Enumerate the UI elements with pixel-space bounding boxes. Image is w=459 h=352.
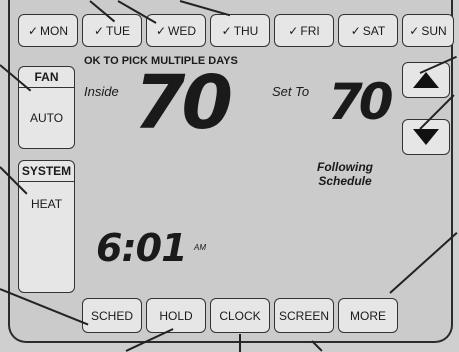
day-label: MON	[40, 23, 69, 38]
set-to-label: Set To	[272, 84, 310, 99]
day-button-wed[interactable]: ✓ WED	[146, 14, 206, 47]
day-button-sat[interactable]: ✓ SAT	[338, 14, 398, 47]
fan-mode-value: AUTO	[29, 110, 64, 125]
fan-button[interactable]: FAN AUTO	[18, 66, 75, 149]
day-button-fri[interactable]: ✓ FRI	[274, 14, 334, 47]
status-line-1: Following	[317, 160, 373, 174]
screen-button[interactable]: SCREEN	[274, 298, 334, 333]
day-label: TUE	[106, 23, 131, 38]
callout-line-clock	[239, 334, 241, 352]
checkmark-icon: ✓	[93, 23, 105, 38]
day-label: SUN	[421, 23, 447, 38]
day-button-mon[interactable]: ✓ MON	[18, 14, 78, 47]
day-label: WED	[168, 23, 197, 38]
inside-temperature: 70	[134, 60, 233, 146]
fan-label: FAN	[19, 67, 74, 88]
temp-up-button[interactable]	[402, 62, 450, 98]
day-label: FRI	[300, 23, 320, 38]
day-label: THU	[233, 23, 259, 38]
more-button[interactable]: MORE	[338, 298, 398, 333]
status-line-2: Schedule	[318, 174, 372, 188]
sched-button[interactable]: SCHED	[82, 298, 142, 333]
setpoint-temperature: 70	[328, 73, 394, 131]
checkmark-icon: ✓	[288, 23, 299, 38]
inside-label: Inside	[84, 84, 119, 99]
checkmark-icon: ✓	[350, 23, 361, 38]
day-label: SAT	[362, 23, 386, 38]
down-arrow-icon	[413, 129, 439, 145]
checkmark-icon: ✓	[221, 23, 232, 38]
day-button-thu[interactable]: ✓ THU	[210, 14, 270, 47]
day-button-sun[interactable]: ✓ SUN	[402, 14, 454, 47]
hold-button[interactable]: HOLD	[146, 298, 206, 333]
clock-ampm: AM	[194, 243, 206, 252]
clock-button[interactable]: CLOCK	[210, 298, 270, 333]
checkmark-icon: ✓	[27, 23, 39, 38]
schedule-status: Following Schedule	[300, 160, 390, 188]
system-label: SYSTEM	[19, 161, 74, 182]
system-mode-value: HEAT	[30, 197, 63, 211]
clock-time: 6:01	[96, 226, 188, 270]
checkmark-icon: ✓	[409, 23, 420, 38]
up-arrow-icon	[413, 72, 439, 88]
checkmark-icon: ✓	[155, 23, 167, 38]
system-button[interactable]: SYSTEM HEAT	[18, 160, 75, 293]
